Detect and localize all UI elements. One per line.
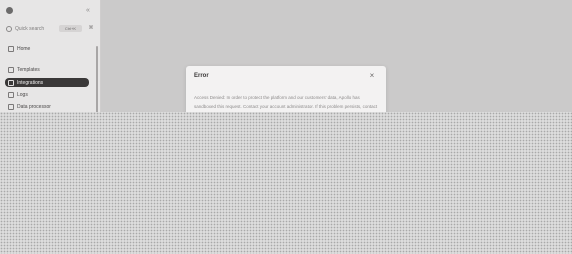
data-processor-icon: [8, 104, 14, 110]
search-label: Quick search: [15, 26, 45, 32]
templates-icon: [8, 67, 14, 73]
sidebar-item-label: Data processor: [17, 103, 51, 110]
search-icon: [6, 26, 12, 32]
search-shortcut-badge: Ctrl+K: [59, 25, 82, 32]
sidebar-item-label: Home: [17, 45, 31, 52]
dialog-title: Error: [194, 73, 209, 79]
sidebar-item-label: Templates: [17, 66, 40, 73]
sidebar-item-integrations[interactable]: Integrations: [5, 78, 89, 87]
image-noise-region: [0, 112, 572, 254]
sidebar-item-label: Integrations: [17, 79, 44, 86]
quick-search[interactable]: Quick search Ctrl+K ⌘: [6, 25, 96, 34]
sidebar-item-templates[interactable]: Templates: [5, 65, 89, 74]
sidebar-item-label: Logs: [17, 91, 28, 98]
command-icon: ⌘: [88, 25, 94, 31]
home-icon: [8, 46, 14, 52]
collapse-sidebar-icon[interactable]: «: [84, 7, 92, 14]
sidebar-header: «: [0, 0, 100, 22]
sidebar-item-data-processor[interactable]: Data processor: [5, 102, 89, 111]
sidebar-item-logs[interactable]: Logs: [5, 90, 89, 99]
close-icon[interactable]: ×: [368, 72, 376, 80]
sidebar-item-home[interactable]: Home: [5, 44, 89, 53]
logo-icon: [6, 7, 13, 14]
logs-icon: [8, 92, 14, 98]
integrations-icon: [8, 80, 14, 86]
